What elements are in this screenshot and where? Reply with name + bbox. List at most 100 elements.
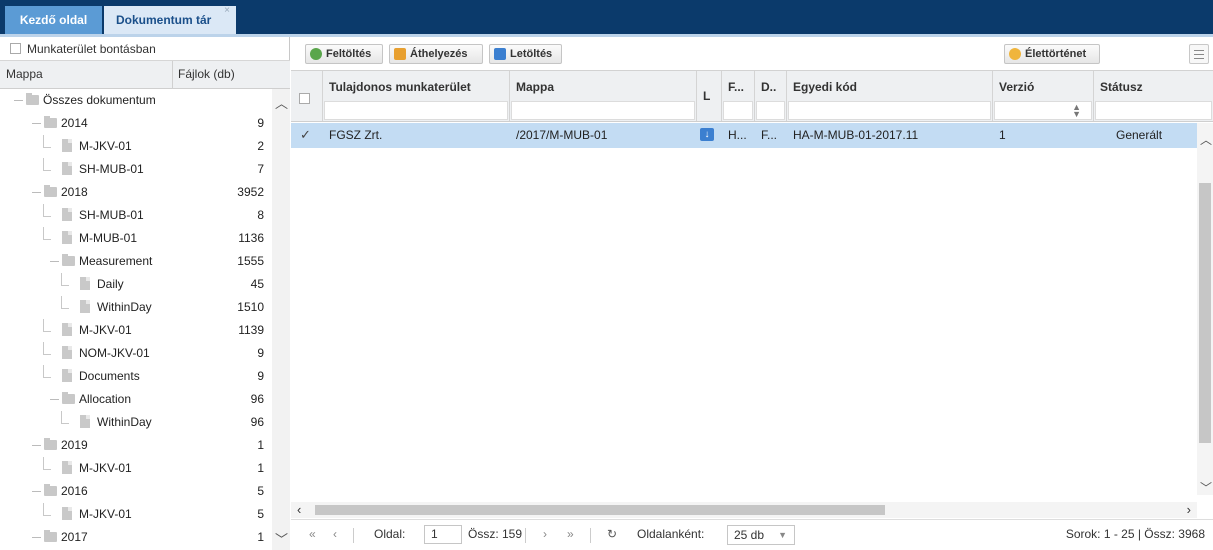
history-button[interactable]: Élettörténet [1004,44,1100,64]
filter-owner-input[interactable] [324,101,508,120]
col-code[interactable]: Egyedi kód [787,71,993,121]
tree-node[interactable]: Measurement 1555 [0,250,272,273]
tree-node[interactable]: NOM-JKV-01 9 [0,342,272,365]
tree-node-label: WithinDay [97,415,152,429]
row-checkmark-icon[interactable]: ✓ [300,127,311,143]
tree-node[interactable]: Allocation 96 [0,388,272,411]
col-status[interactable]: Státusz [1094,71,1213,121]
per-page-select[interactable]: 25 db ▼ [727,525,795,545]
workspace-toggle-row[interactable]: Munkaterület bontásban [0,37,290,61]
tree-node[interactable]: 2017 1 [0,526,272,549]
collapse-icon[interactable] [14,96,23,105]
tree-node[interactable]: M-JKV-01 1139 [0,319,272,342]
col-folder[interactable]: Mappa [510,71,697,121]
tree-connector [43,342,51,355]
col-owner[interactable]: Tulajdonos munkaterület [323,71,510,121]
grid-horizontal-scrollbar[interactable]: ‹ › [291,502,1197,518]
collapse-icon[interactable] [32,119,41,128]
tab-home[interactable]: Kezdő oldal [5,6,102,34]
collapse-icon[interactable] [32,533,41,542]
tree-col-folder[interactable]: Mappa [6,67,43,81]
stepper-icon[interactable]: ▲ ▼ [1072,103,1081,119]
tree-node[interactable]: 2019 1 [0,434,272,457]
collapse-icon[interactable] [32,441,41,450]
tree-node[interactable]: M-JKV-01 5 [0,503,272,526]
tree-node-count: 5 [257,484,264,498]
scroll-down-icon[interactable]: ﹀ [1200,479,1212,496]
scroll-thumb[interactable] [1199,183,1211,443]
col-l[interactable]: L [697,71,722,121]
scroll-up-icon[interactable]: ︿ [1200,131,1212,148]
refresh-icon[interactable]: ↻ [607,527,617,541]
filter-version-input[interactable]: ▲ ▼ [994,101,1092,120]
move-label: Áthelyezés [410,48,468,60]
tree-connector [43,365,51,378]
cell-folder: /2017/M-MUB-01 [516,128,608,142]
tree-node[interactable]: SH-MUB-01 7 [0,158,272,181]
tree-scrollbar[interactable]: ︿ ﹀ [272,89,290,550]
tree-node[interactable]: Documents 9 [0,365,272,388]
select-all-checkbox[interactable] [299,93,310,104]
folder-icon [44,185,57,197]
tree-node-count: 1136 [238,231,264,245]
grid-vertical-scrollbar[interactable]: ︿ ﹀ [1197,123,1213,495]
tree-node[interactable]: M-JKV-01 2 [0,135,272,158]
tree-node[interactable]: WithinDay 1510 [0,296,272,319]
move-button[interactable]: Áthelyezés [389,44,483,64]
tree-node-label: Összes dokumentum [43,93,156,107]
col-d-title: D.. [761,80,777,94]
page-label: Oldal: [374,527,406,541]
first-page-icon[interactable]: « [309,527,316,541]
col-select [291,71,323,121]
tree-node[interactable]: M-MUB-01 1136 [0,227,272,250]
scroll-up-icon[interactable]: ︿ [275,93,288,112]
tree-node[interactable]: 2014 9 [0,112,272,135]
table-row[interactable]: ✓ FGSZ Zrt. /2017/M-MUB-01 ↓ H... F... H… [291,123,1197,148]
folder-tree: Összes dokumentum 2014 9 M-JKV-01 2 SH-MUB-01… [0,89,272,550]
col-d[interactable]: D.. [755,71,787,121]
filter-code-input[interactable] [788,101,991,120]
cell-owner: FGSZ Zrt. [329,128,383,142]
folder-icon [62,392,75,404]
filter-folder-input[interactable] [511,101,695,120]
tree-node-count: 9 [257,346,264,360]
prev-page-icon[interactable]: ‹ [333,527,337,541]
tab-documents[interactable]: Dokumentum tár × [104,5,236,34]
last-page-icon[interactable]: » [567,527,574,541]
tree-node[interactable]: 2016 5 [0,480,272,503]
total-pages: Össz: 159 [468,527,523,541]
filter-d-input[interactable] [756,101,785,120]
collapse-icon[interactable] [50,395,59,404]
collapse-icon[interactable] [32,487,41,496]
download-button[interactable]: Letöltés [489,44,562,64]
workspace-toggle-label: Munkaterület bontásban [27,42,156,56]
close-icon[interactable]: × [224,0,230,25]
next-page-icon[interactable]: › [543,527,547,541]
file-icon [62,346,72,359]
page-input[interactable]: 1 [424,525,462,544]
upload-button[interactable]: Feltöltés [305,44,383,64]
collapse-icon[interactable] [32,188,41,197]
scroll-thumb[interactable] [315,505,885,515]
scroll-right-icon[interactable]: › [1187,502,1191,517]
tree-node[interactable]: SH-MUB-01 8 [0,204,272,227]
filter-f-input[interactable] [723,101,753,120]
tree-node[interactable]: WithinDay 96 [0,411,272,434]
tree-connector [43,204,51,217]
scroll-left-icon[interactable]: ‹ [297,502,301,517]
tree-node[interactable]: Daily 45 [0,273,272,296]
tree-node[interactable]: M-JKV-01 1 [0,457,272,480]
col-version[interactable]: Verzió ▲ ▼ [993,71,1094,121]
tree-col-files[interactable]: Fájlok (db) [178,67,235,81]
col-f[interactable]: F... [722,71,755,121]
tree-node-label: M-MUB-01 [79,231,138,245]
workspace-checkbox[interactable] [10,43,21,54]
collapse-icon[interactable] [50,257,59,266]
download-icon[interactable]: ↓ [700,128,714,141]
scroll-down-icon[interactable]: ﹀ [275,529,288,548]
filter-status-input[interactable] [1095,101,1212,120]
tree-node[interactable]: 2018 3952 [0,181,272,204]
tree-node[interactable]: Összes dokumentum [0,89,272,112]
menu-icon[interactable] [1189,44,1209,64]
column-divider[interactable] [172,61,173,89]
